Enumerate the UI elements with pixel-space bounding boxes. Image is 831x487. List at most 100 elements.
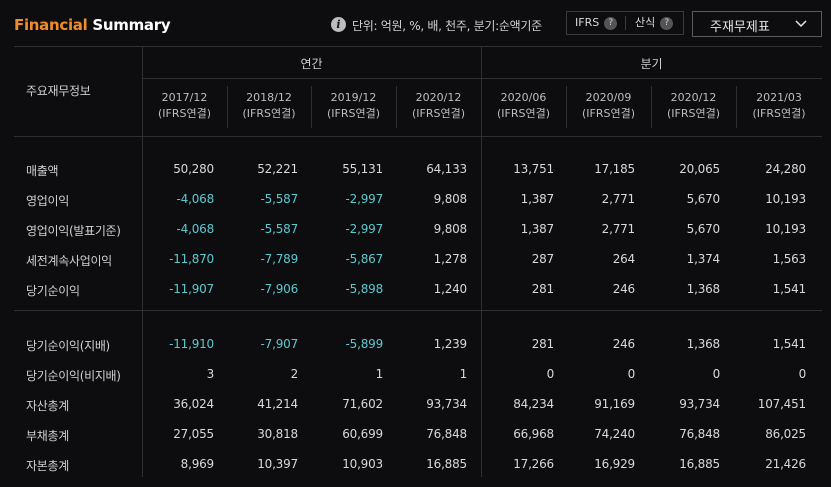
ifrs-help-icon[interactable]: ? [604, 17, 618, 30]
table-row: 부채총계 27,055 30,818 60,699 76,848 66,968 74,240… [14, 427, 822, 457]
unit-text: 단위: 억원, %, 배, 천주, 분기:순액기준 [352, 19, 542, 33]
column-basis: (IFRS연결) [242, 107, 296, 120]
chevron-down-icon [795, 20, 807, 28]
row-value: 93,734 [679, 397, 720, 411]
column-period: 2018/12 [246, 91, 292, 104]
column-period: 2019/12 [330, 91, 377, 104]
row-value: 1,374 [686, 252, 721, 266]
row-value: 27,055 [173, 427, 214, 441]
row-value: 36,024 [173, 397, 214, 411]
column-basis: (IFRS연결) [496, 107, 551, 120]
row-value: -4,068 [176, 222, 215, 236]
statement-select[interactable]: 주재무제표 [692, 11, 822, 37]
table-row: 영업이익(발표기준) -4,068 -5,587 -2,997 9,808 1,387 2,… [14, 222, 822, 252]
table-row: 매출액 50,280 52,221 55,131 64,133 13,751 17,185 2… [14, 162, 822, 192]
row-value: 281 [531, 282, 555, 296]
row-value: -5,899 [345, 337, 384, 351]
table-row: 세전계속사업이익 -11,870 -7,789 -5,867 1,278 287 264 1,… [14, 252, 822, 282]
row-label[interactable]: 당기순이익(비지배) [26, 367, 121, 384]
column-basis: (IFRS연결) [666, 107, 721, 120]
row-value: 0 [546, 367, 555, 381]
row-value: 50,280 [173, 162, 214, 176]
row-value: 60,699 [342, 427, 383, 441]
row-value: -7,789 [260, 252, 299, 266]
row-value: 76,848 [426, 427, 467, 441]
column-period: 2017/12 [161, 91, 208, 104]
row-value: 20,065 [679, 162, 720, 176]
corner-label: 주요재무정보 [26, 84, 91, 98]
row-label[interactable]: 자산총계 [26, 397, 69, 414]
row-value: 1 [459, 367, 468, 381]
row-value: -5,587 [260, 222, 299, 236]
row-value: 9,808 [433, 192, 468, 206]
column-period: 2020/06 [500, 91, 547, 104]
row-value: 13,751 [513, 162, 554, 176]
row-value: -2,997 [345, 222, 384, 236]
ifrs-toggle[interactable]: IFRS? [575, 12, 618, 34]
row-value: -5,587 [260, 192, 299, 206]
row-value: 2,771 [601, 222, 636, 236]
column-basis: (IFRS연결) [411, 107, 466, 120]
row-value: 1 [375, 367, 384, 381]
row-label[interactable]: 자본총계 [26, 457, 69, 474]
row-value: 10,903 [342, 457, 383, 471]
row-value: 10,193 [765, 222, 806, 236]
info-icon[interactable]: i [331, 17, 346, 32]
row-value: -11,870 [169, 252, 214, 266]
column-header: 2017/12 (IFRS연결) [142, 90, 227, 122]
row-value: 10,397 [257, 457, 298, 471]
table-row: 당기순이익(비지배) 3 2 1 1 0 0 0 0 [14, 367, 822, 397]
row-value: -11,907 [169, 282, 214, 296]
row-value: 1,239 [433, 337, 468, 351]
column-header: 2018/12 (IFRS연결) [227, 90, 311, 122]
row-label[interactable]: 영업이익 [26, 192, 69, 209]
row-value: 24,280 [765, 162, 806, 176]
row-value: 1,368 [686, 282, 721, 296]
summary-header: Financial Summary i 단위: 억원, %, 배, 천주, 분기… [0, 0, 831, 46]
column-basis: (IFRS연결) [326, 107, 381, 120]
row-value: 1,368 [686, 337, 721, 351]
row-value: 2,771 [601, 192, 636, 206]
formula-label: 산식 [635, 16, 656, 29]
row-label[interactable]: 영업이익(발표기준) [26, 222, 121, 239]
row-value: 16,885 [426, 457, 467, 471]
row-value: -5,867 [345, 252, 384, 266]
row-label[interactable]: 매출액 [26, 162, 59, 179]
row-value: 66,968 [513, 427, 554, 441]
row-value: 41,214 [257, 397, 298, 411]
formula-toggle[interactable]: 산식? [635, 12, 674, 34]
column-header: 2020/09 (IFRS연결) [566, 90, 651, 122]
column-basis: (IFRS연결) [581, 107, 636, 120]
row-value: 5,670 [686, 192, 721, 206]
row-value: 30,818 [257, 427, 298, 441]
row-value: -7,907 [260, 337, 299, 351]
row-value: 55,131 [342, 162, 383, 176]
row-value: 264 [612, 252, 636, 266]
row-label[interactable]: 당기순이익(지배) [26, 337, 110, 354]
column-basis: (IFRS연결) [752, 107, 806, 120]
row-value: 76,848 [679, 427, 720, 441]
table-row: 영업이익 -4,068 -5,587 -2,997 9,808 1,387 2,771 5,6… [14, 192, 822, 222]
row-value: 86,025 [765, 427, 806, 441]
column-period: 2020/12 [670, 91, 717, 104]
column-period: 2020/09 [585, 91, 632, 104]
row-value: 21,426 [765, 457, 806, 471]
table-row: 자산총계 36,024 41,214 71,602 93,734 84,234 91,169… [14, 397, 822, 427]
statement-select-value: 주재무제표 [710, 20, 770, 35]
row-label[interactable]: 당기순이익 [26, 282, 80, 299]
toggle-divider [625, 16, 626, 30]
column-period: 2021/03 [756, 91, 802, 104]
column-basis: (IFRS연결) [157, 107, 212, 120]
formula-help-icon[interactable]: ? [660, 17, 674, 30]
table-row: 당기순이익(지배) -11,910 -7,907 -5,899 1,239 281 246 1… [14, 337, 822, 367]
basis-toggle: IFRS? 산식? [566, 11, 684, 35]
row-label[interactable]: 부채총계 [26, 427, 69, 444]
row-value: 10,193 [765, 192, 806, 206]
row-value: 287 [531, 252, 555, 266]
row-value: 3 [206, 367, 215, 381]
row-label[interactable]: 세전계속사업이익 [26, 252, 112, 269]
column-header: 2020/12 (IFRS연결) [396, 90, 481, 122]
row-value: 84,234 [513, 397, 554, 411]
title-accent: Financial [14, 16, 88, 34]
ifrs-label: IFRS [575, 16, 600, 29]
